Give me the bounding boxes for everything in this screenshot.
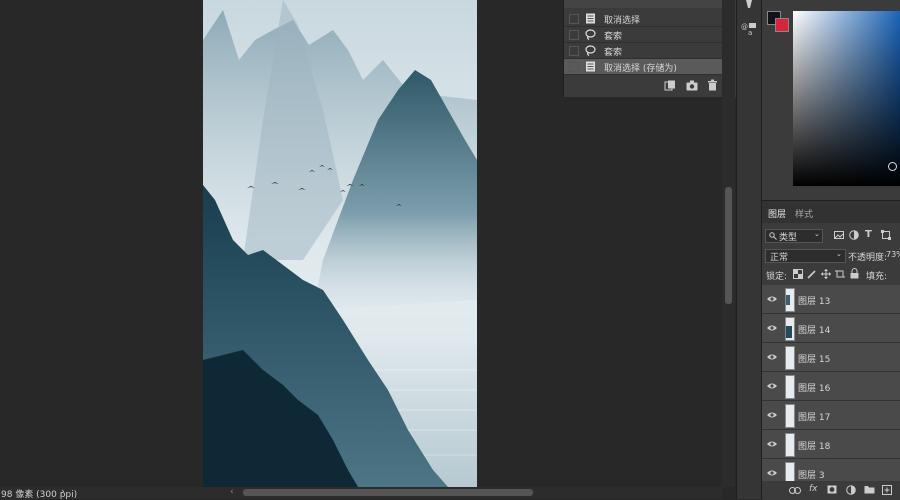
blend-mode-value: 正常 [770,253,789,263]
chevron-right-icon[interactable]: › [61,487,65,497]
camera-snapshot-icon[interactable] [686,80,698,91]
fill-label: 填充: [866,272,888,282]
new-document-from-state-icon[interactable] [664,80,676,91]
svg-text:a: a [748,29,752,36]
color-picker-cursor[interactable] [888,162,897,171]
canvas-artwork[interactable] [203,0,477,487]
history-snapshot-strip [564,0,727,8]
canvas-vertical-scroll-thumb[interactable] [725,187,732,304]
blend-mode-select[interactable]: 正常 ⌄ [765,249,846,263]
lock-position-icon[interactable] [821,269,831,279]
eye-visibility-icon[interactable] [767,381,777,391]
chevron-down-icon: ⌄ [814,230,820,238]
brush-panel-icon[interactable] [742,0,756,10]
filter-pixel-layer-icon[interactable] [834,230,844,240]
history-source-checkbox[interactable] [569,46,579,56]
lock-label: 锁定: [766,272,788,282]
document-info-text[interactable]: 98 像素 (300 ppi) [1,487,77,500]
lock-image-pixels-icon[interactable] [807,269,817,279]
layers-panel: 图层 样式 类型 ⌄ T 正常 ⌄ 不透明度: 73% 锁定: 填充: 图层 1… [762,200,900,500]
eye-visibility-icon[interactable] [767,294,777,304]
eye-visibility-icon[interactable] [767,439,777,449]
color-picker-field[interactable] [793,11,900,186]
layer-row[interactable]: 图层 13 [762,285,900,314]
svg-text:@: @ [741,23,748,31]
history-item-label: 取消选择 (存储为) [604,64,677,74]
layers-footer: fx [762,481,900,500]
background-color-swatch[interactable] [775,18,789,32]
history-item[interactable]: 套索 [564,27,727,43]
lasso-icon [585,29,596,40]
glyphs-panel-icon[interactable]: @a [741,22,757,36]
document-icon [586,13,595,24]
scroll-left-arrow-icon[interactable]: ‹ [230,487,234,497]
layer-thumbnail [785,288,795,312]
layer-thumbnail [785,404,795,428]
history-item-label: 套索 [604,48,623,58]
search-icon [769,232,777,240]
chevron-down-icon: ⌄ [836,250,842,258]
tab-layers[interactable]: 图层 [768,207,786,220]
eye-visibility-icon[interactable] [767,323,777,333]
lock-artboard-icon[interactable] [835,269,845,279]
history-item-active[interactable]: 取消选择 (存储为) [564,59,727,75]
layer-row[interactable]: 图层 15 [762,343,900,372]
link-layers-icon[interactable] [789,487,801,494]
ink-landscape-image [203,0,477,487]
history-source-checkbox[interactable] [569,14,579,24]
lock-all-icon[interactable] [850,268,859,279]
history-item-label: 套索 [604,32,623,42]
panel-icon-strip: @ a [736,0,762,499]
add-mask-icon[interactable] [827,485,837,494]
fx-layer-style-icon[interactable]: fx [809,484,818,494]
layer-thumbnail [785,433,795,457]
color-panel [762,0,900,200]
layer-name: 图层 15 [798,355,831,365]
history-source-checkbox[interactable] [569,30,579,40]
new-layer-icon[interactable] [882,485,892,495]
layer-name: 图层 13 [798,297,831,307]
document-icon [586,61,595,72]
layer-row[interactable]: 图层 18 [762,430,900,459]
history-item-label: 取消选择 [604,16,641,26]
layer-row[interactable]: 图层 14 [762,314,900,343]
lock-transparent-pixels-icon[interactable] [793,269,803,279]
tab-styles[interactable]: 样式 [795,207,813,220]
layer-name: 图层 16 [798,384,831,394]
layer-thumbnail [785,317,795,341]
opacity-label: 不透明度: [848,253,888,263]
layer-name: 图层 3 [798,471,825,481]
filter-shape-layer-icon[interactable] [881,230,891,240]
layer-thumbnail [785,375,795,399]
trash-icon[interactable] [707,79,718,91]
layer-name: 图层 17 [798,413,831,423]
history-panel: 取消选择 套索 套索 取消选择 (存储为) [563,0,736,97]
filter-adjustment-layer-icon[interactable] [849,230,859,240]
eye-visibility-icon[interactable] [767,468,777,478]
history-source-checkbox[interactable] [569,62,579,72]
new-group-folder-icon[interactable] [864,485,875,494]
layer-thumbnail [785,346,795,370]
history-footer [564,76,727,95]
layer-row[interactable]: 图层 17 [762,401,900,430]
adjustment-layer-icon[interactable] [846,485,856,495]
history-item[interactable]: 套索 [564,43,727,59]
layer-name: 图层 14 [798,326,831,336]
filter-type-layer-icon[interactable]: T [865,229,872,240]
canvas-horizontal-scroll-thumb[interactable] [243,489,533,496]
layer-name: 图层 18 [798,442,831,452]
layer-filter-select[interactable]: 类型 ⌄ [765,229,823,243]
layer-filter-label: 类型 [779,233,798,243]
layer-row[interactable]: 图层 16 [762,372,900,401]
history-item[interactable]: 取消选择 [564,11,727,27]
eye-visibility-icon[interactable] [767,352,777,362]
lasso-icon [585,45,596,56]
opacity-value[interactable]: 73% [886,250,900,259]
eye-visibility-icon[interactable] [767,410,777,420]
